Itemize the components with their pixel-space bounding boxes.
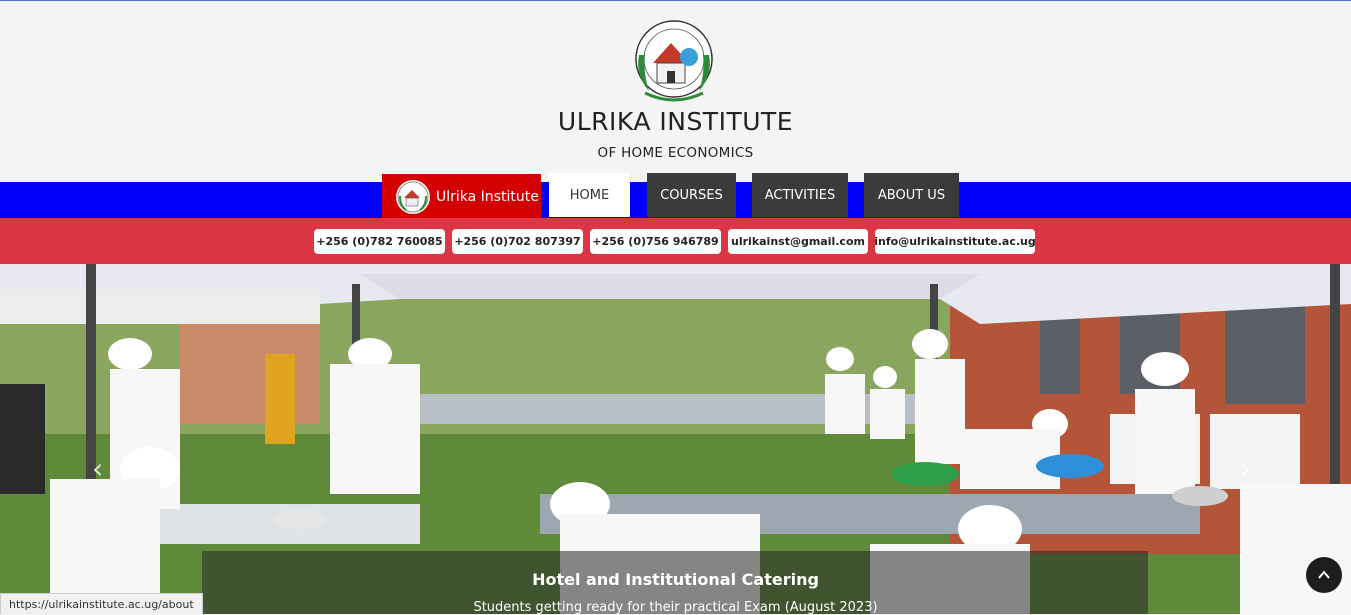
nav-activities[interactable]: ACTIVITIES [752, 173, 848, 217]
nav-about-us[interactable]: ABOUT US [864, 173, 959, 217]
email-pill-gmail[interactable]: ulrikainst@gmail.com [728, 229, 868, 254]
browser-status-url: https://ulrikainstitute.ac.ug/about [0, 593, 203, 614]
brand-label: Ulrika Institute [436, 189, 539, 205]
chevron-right-icon[interactable]: › [1240, 452, 1251, 485]
site-title: ULRIKA INSTITUTE [557, 107, 794, 136]
hero-caption-text: Students getting ready for their practic… [473, 600, 878, 615]
scroll-to-top-button[interactable] [1306, 557, 1342, 593]
site-header: ULRIKA INSTITUTE OF HOME ECONOMICS [0, 1, 1351, 182]
institute-crest-icon[interactable] [631, 15, 717, 105]
site-subtitle: OF HOME ECONOMICS [597, 145, 754, 161]
nav-brand[interactable]: Ulrika Institute [382, 174, 541, 220]
phone-pill-1[interactable]: +256 (0)782 760085 [314, 229, 445, 254]
phone-pill-3[interactable]: +256 (0)756 946789 [590, 229, 721, 254]
chevron-left-icon[interactable]: ‹ [92, 452, 103, 485]
phone-pill-2[interactable]: +256 (0)702 807397 [452, 229, 583, 254]
chevron-up-icon [1318, 570, 1330, 579]
email-pill-institute[interactable]: info@ulrikainstitute.ac.ug [874, 229, 1036, 254]
brand-crest-icon [396, 180, 430, 214]
nav-courses[interactable]: COURSES [647, 173, 736, 217]
hero-caption-title: Hotel and Institutional Catering [532, 570, 819, 589]
nav-home[interactable]: HOME [549, 173, 630, 217]
